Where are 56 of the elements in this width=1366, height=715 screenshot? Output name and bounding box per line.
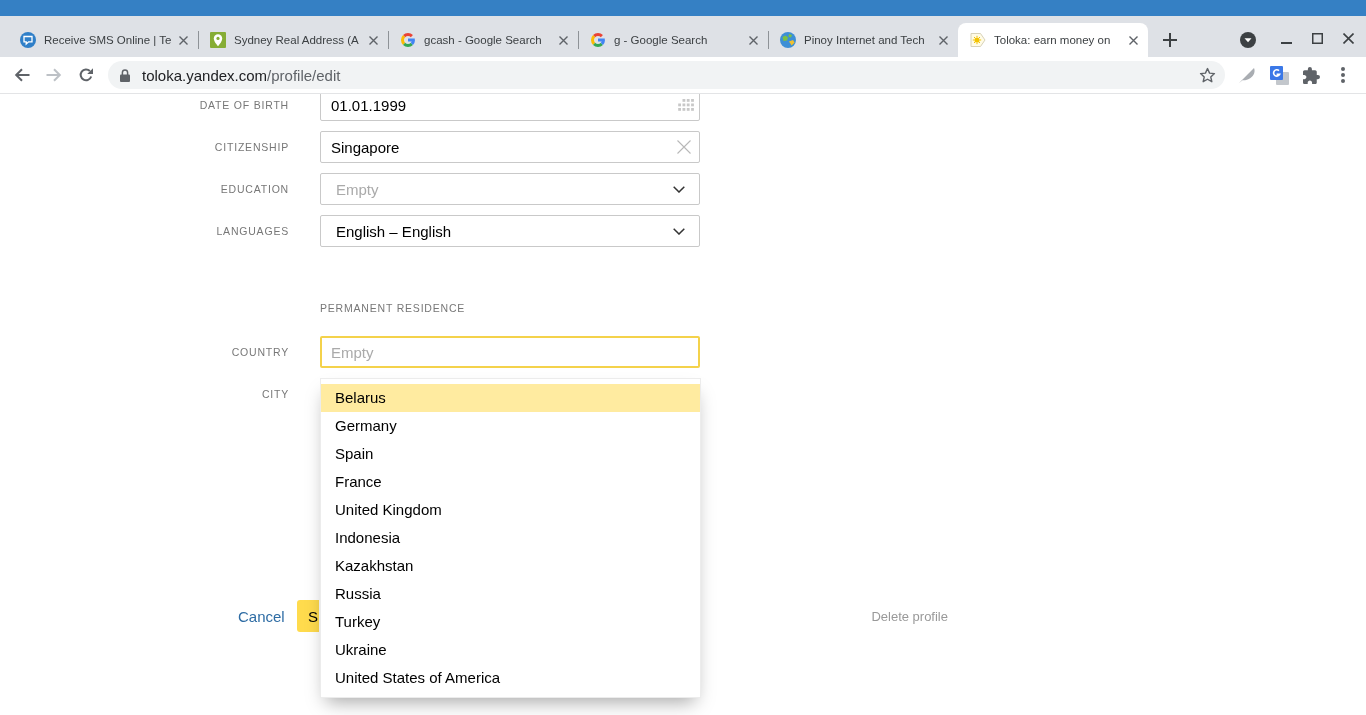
globe-icon: [780, 32, 796, 48]
menu-option[interactable]: Germany: [321, 412, 700, 440]
sun-icon: [970, 32, 986, 48]
close-icon[interactable]: [559, 35, 568, 45]
cancel-link[interactable]: Cancel: [238, 607, 285, 625]
close-icon[interactable]: [1343, 32, 1354, 44]
field-label: CITIZENSHIP: [214, 140, 289, 153]
browser-tab[interactable]: gcash - Google Search: [388, 23, 578, 57]
lock-icon: [120, 68, 130, 82]
address-bar[interactable]: toloka.yandex.com/profile/edit: [108, 61, 1225, 89]
menu-icon[interactable]: [1341, 67, 1345, 83]
chevron-down-icon: [673, 185, 685, 193]
browser-tab[interactable]: Receive SMS Online | Te: [8, 23, 198, 57]
close-icon[interactable]: [369, 35, 378, 45]
menu-option[interactable]: Belarus: [321, 384, 700, 412]
field-label: LANGUAGES: [216, 224, 289, 237]
select-field[interactable]: English – English: [320, 215, 700, 247]
close-icon[interactable]: [939, 35, 948, 45]
letter-g-icon: [400, 32, 416, 48]
dropdown-circle-icon[interactable]: [1240, 32, 1256, 48]
translate-icon[interactable]: [1269, 65, 1289, 85]
close-icon[interactable]: [749, 35, 758, 45]
star-icon[interactable]: [1199, 66, 1216, 84]
menu-option[interactable]: United States of America: [321, 664, 700, 692]
save-button[interactable]: S: [297, 600, 319, 632]
browser-tab[interactable]: Sydney Real Address (A: [198, 23, 388, 57]
letter-g-icon: [590, 32, 606, 48]
section-heading: PERMANENT RESIDENCE: [320, 303, 466, 314]
field-label: COUNTRY: [231, 345, 289, 358]
browser-tab[interactable]: Toloka: earn money on: [958, 23, 1148, 57]
puzzle-icon[interactable]: [1302, 66, 1320, 84]
menu-option[interactable]: France: [321, 468, 700, 496]
menu-option[interactable]: United Kingdom: [321, 496, 700, 524]
text-field[interactable]: Empty: [320, 336, 700, 368]
field-label: CITY: [261, 387, 289, 400]
close-icon[interactable]: [1129, 35, 1138, 45]
menu-option[interactable]: Indonesia: [321, 524, 700, 552]
close-icon[interactable]: [179, 35, 188, 45]
field-label: EDUCATION: [220, 182, 289, 195]
map-pin-icon: [210, 32, 226, 48]
plus-icon[interactable]: [1163, 33, 1177, 47]
reload-icon[interactable]: [78, 67, 94, 83]
field-label: DATE OF BIRTH: [199, 98, 289, 111]
text-field[interactable]: Singapore: [320, 131, 700, 163]
maximize-icon[interactable]: [1312, 32, 1323, 44]
browser-tab[interactable]: Pinoy Internet and Tech: [768, 23, 958, 57]
browser-tab[interactable]: g - Google Search: [578, 23, 768, 57]
menu-option[interactable]: Kazakhstan: [321, 552, 700, 580]
menu-option[interactable]: Ukraine: [321, 636, 700, 664]
date-field[interactable]: 01.01.1999: [320, 94, 700, 121]
chevron-down-icon: [673, 227, 685, 235]
chat-bubble-icon: [20, 32, 36, 48]
menu-option[interactable]: Turkey: [321, 608, 700, 636]
menu-option[interactable]: Russia: [321, 580, 700, 608]
menu-option[interactable]: Spain: [321, 440, 700, 468]
back-arrow-icon[interactable]: [14, 67, 30, 83]
